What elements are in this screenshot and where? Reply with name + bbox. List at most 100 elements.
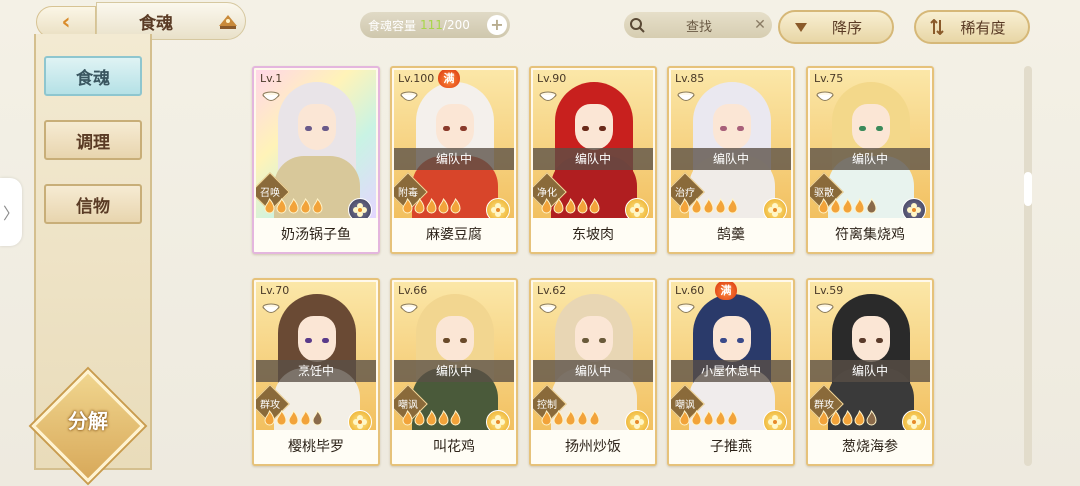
level-label: Lv.59 [814, 284, 844, 297]
food-soul-card[interactable]: Lv.85 编队中 治疗 鹄羹 [667, 66, 795, 254]
status-banner: 编队中 [810, 360, 930, 382]
food-soul-card[interactable]: Lv.60 满小屋休息中 嘲讽 子推燕 [667, 278, 795, 466]
character-eye [443, 338, 450, 343]
status-banner: 编队中 [810, 148, 930, 170]
sidebar-tab-food-souls[interactable]: 食魂 [44, 56, 142, 96]
flame-icon [300, 198, 311, 214]
element-flower-icon [625, 410, 649, 430]
bowl-icon [262, 91, 280, 101]
element-flower-icon [763, 198, 787, 218]
element-flower-icon [625, 198, 649, 218]
food-soul-name: 葱烧海参 [808, 430, 932, 464]
star-flames [402, 410, 461, 426]
max-level-badge: 满 [438, 70, 460, 88]
flame-icon [426, 198, 437, 214]
status-banner: 编队中 [394, 148, 514, 170]
scrollbar-thumb[interactable] [1024, 172, 1032, 206]
flame-icon [830, 198, 841, 214]
side-drawer-handle[interactable]: 〉 [0, 178, 22, 246]
max-level-badge: 满 [715, 282, 737, 300]
flame-icon [727, 410, 738, 426]
character-eye [460, 126, 467, 131]
flame-icon [715, 198, 726, 214]
role-label: 召唤 [260, 188, 280, 199]
character-eye [859, 338, 866, 343]
flame-icon [426, 410, 437, 426]
bowl-icon [816, 91, 834, 101]
search-bar[interactable]: 查找 ✕ [624, 12, 772, 38]
food-soul-grid: Lv.1 召唤 奶汤锅子鱼 Lv.100 满编队中 附毒 麻婆豆腐 Lv.90 编队中 净化 东坡肉… [252, 66, 942, 476]
back-arrow-icon: ‹ [61, 9, 71, 35]
character-eye [582, 338, 589, 343]
role-label: 群攻 [260, 400, 280, 411]
food-soul-name: 扬州炒饭 [531, 430, 655, 464]
status-banner: 小屋休息中 [671, 360, 791, 382]
food-soul-name: 麻婆豆腐 [392, 218, 516, 252]
flame-icon [264, 198, 275, 214]
sort-order-button[interactable]: 降序 [778, 10, 894, 44]
character-eye [599, 126, 606, 131]
game-screen: ‹ 食魂 食魂容量 111 /200 + 查找 ✕ 降序 稀有度 〉 食魂 调理… [0, 0, 1080, 486]
flame-icon [541, 198, 552, 214]
food-soul-name: 东坡肉 [531, 218, 655, 252]
character-eye [322, 126, 329, 131]
flame-icon [679, 198, 690, 214]
character-eye [460, 338, 467, 343]
grid-scrollbar[interactable] [1024, 66, 1032, 466]
flame-icon [703, 198, 714, 214]
star-flames [264, 198, 323, 214]
capacity-label: 食魂容量 [368, 18, 417, 33]
level-label: Lv.66 [398, 284, 428, 297]
bowl-icon [400, 91, 418, 101]
flame-icon [679, 410, 690, 426]
character-face [575, 316, 613, 362]
portrait: Lv.100 满编队中 附毒 [394, 70, 514, 218]
sidebar-tab-conditioning[interactable]: 调理 [44, 120, 142, 160]
role-label: 控制 [537, 400, 557, 411]
role-label: 净化 [537, 188, 557, 199]
star-flames [541, 198, 600, 214]
flame-icon [264, 410, 275, 426]
character-eye [859, 126, 866, 131]
search-icon [624, 12, 650, 38]
status-banner: 编队中 [394, 360, 514, 382]
sort-order-label: 降序 [831, 18, 862, 37]
page-title: 食魂 [139, 13, 173, 34]
bowl-icon [262, 303, 280, 313]
flame-icon [565, 198, 576, 214]
level-label: Lv.60 [675, 284, 705, 297]
character-face [713, 316, 751, 362]
flame-icon [450, 198, 461, 214]
character-eye [599, 338, 606, 343]
capacity-add-button[interactable]: + [487, 15, 507, 35]
chef-hat-icon[interactable] [216, 10, 240, 32]
role-label: 附毒 [398, 188, 418, 199]
food-soul-card[interactable]: Lv.100 满编队中 附毒 麻婆豆腐 [390, 66, 518, 254]
search-clear-icon[interactable]: ✕ [748, 17, 772, 33]
sidebar-tab-tokens[interactable]: 信物 [44, 184, 142, 224]
food-soul-card[interactable]: Lv.66 编队中 嘲讽 叫花鸡 [390, 278, 518, 466]
star-flames [818, 198, 877, 214]
food-soul-name: 樱桃毕罗 [254, 430, 378, 464]
status-banner: 编队中 [671, 148, 791, 170]
flame-icon [715, 410, 726, 426]
sort-down-icon [788, 21, 814, 33]
capacity-display: 食魂容量 111 /200 + [360, 12, 510, 38]
food-soul-card[interactable]: Lv.1 召唤 奶汤锅子鱼 [252, 66, 380, 254]
food-soul-card[interactable]: Lv.62 编队中 控制 扬州炒饭 [529, 278, 657, 466]
food-soul-card[interactable]: Lv.90 编队中 净化 东坡肉 [529, 66, 657, 254]
level-label: Lv.75 [814, 72, 844, 85]
status-banner: 烹饪中 [256, 360, 376, 382]
star-flames [541, 410, 600, 426]
sort-rarity-button[interactable]: 稀有度 [914, 10, 1030, 44]
flame-icon [450, 410, 461, 426]
food-soul-card[interactable]: Lv.59 编队中 群攻 葱烧海参 [806, 278, 934, 466]
food-soul-card[interactable]: Lv.75 编队中 驱散 符离集烧鸡 [806, 66, 934, 254]
flame-icon [842, 198, 853, 214]
portrait: Lv.60 满小屋休息中 嘲讽 [671, 282, 791, 430]
food-soul-card[interactable]: Lv.70 烹饪中 群攻 樱桃毕罗 [252, 278, 380, 466]
flame-icon [438, 410, 449, 426]
level-label: Lv.85 [675, 72, 705, 85]
flame-icon [727, 198, 738, 214]
flame-icon [276, 410, 287, 426]
